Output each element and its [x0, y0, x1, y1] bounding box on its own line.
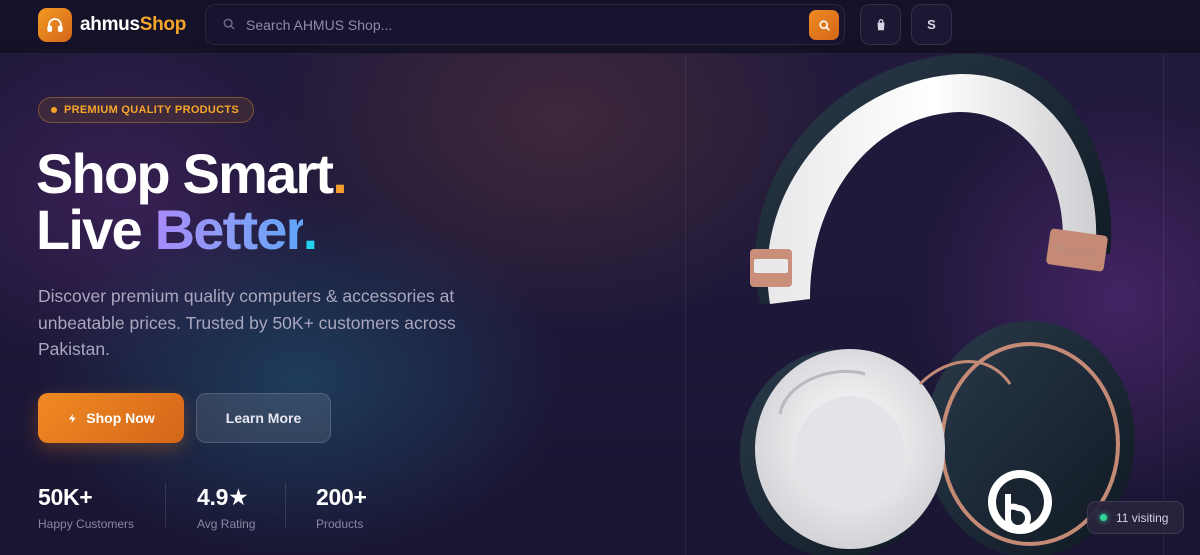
- stat-value: 4.9★: [197, 484, 249, 510]
- lightning-icon: [69, 413, 76, 423]
- cart-button[interactable]: [860, 4, 901, 45]
- headline-line-1: Shop Smart.: [36, 146, 348, 202]
- badge-dot-icon: [51, 107, 57, 113]
- stat-customers: 50K+ Happy Customers: [38, 484, 134, 531]
- search-icon: [222, 17, 236, 36]
- search-submit-button[interactable]: [809, 10, 839, 40]
- user-avatar-button[interactable]: S: [911, 4, 952, 45]
- premium-badge: PREMIUM QUALITY PRODUCTS: [38, 97, 255, 123]
- shopping-bag-icon: [877, 18, 884, 30]
- visitors-indicator: 11 visiting: [1087, 501, 1184, 534]
- brand-name-part2: Shop: [139, 14, 187, 35]
- learn-more-button[interactable]: Learn More: [196, 393, 331, 443]
- stat-divider: [165, 482, 166, 528]
- stat-divider: [285, 482, 286, 528]
- stat-value: 50K+: [38, 484, 93, 510]
- stat-label: Avg Rating: [197, 517, 256, 531]
- top-navigation-bar: ahmusShop S: [0, 0, 1200, 54]
- panel-divider-left: [685, 54, 686, 555]
- brand-name: ahmusShop: [80, 14, 186, 36]
- headline-line-2-word: Live: [36, 198, 143, 261]
- headline-line-2-dot: .: [302, 198, 319, 261]
- stat-label: Products: [316, 517, 364, 531]
- headline-line-1-dot: .: [332, 142, 348, 205]
- brand-name-part1: ahmus: [80, 14, 140, 35]
- hero-headline: Shop Smart. Live Better.: [36, 146, 348, 258]
- panel-divider-right: [1163, 54, 1164, 555]
- stat-products: 200+ Products: [316, 484, 367, 531]
- shop-now-button[interactable]: Shop Now: [38, 393, 184, 443]
- stat-rating: 4.9★ Avg Rating: [197, 484, 255, 531]
- headline-line-2: Live Better.: [36, 202, 346, 258]
- headline-line-1-text: Shop Smart: [36, 142, 334, 205]
- visitors-count: 11 visiting: [1116, 510, 1169, 525]
- shop-now-label: Shop Now: [86, 410, 155, 426]
- search-input[interactable]: [246, 5, 786, 44]
- stat-value: 200+: [316, 484, 367, 510]
- headphones-product-image: wireless: [740, 54, 1135, 555]
- headline-accent-word: Better: [154, 198, 305, 261]
- hero-description: Discover premium quality computers & acc…: [38, 286, 456, 359]
- headphones-icon: [38, 8, 72, 42]
- search-bar: [205, 4, 845, 45]
- badge-label: PREMIUM QUALITY PRODUCTS: [64, 104, 240, 116]
- stat-label: Happy Customers: [38, 517, 135, 531]
- brand-logo[interactable]: ahmusShop: [38, 8, 186, 42]
- search-icon: [818, 19, 830, 31]
- online-dot-icon: [1100, 514, 1107, 521]
